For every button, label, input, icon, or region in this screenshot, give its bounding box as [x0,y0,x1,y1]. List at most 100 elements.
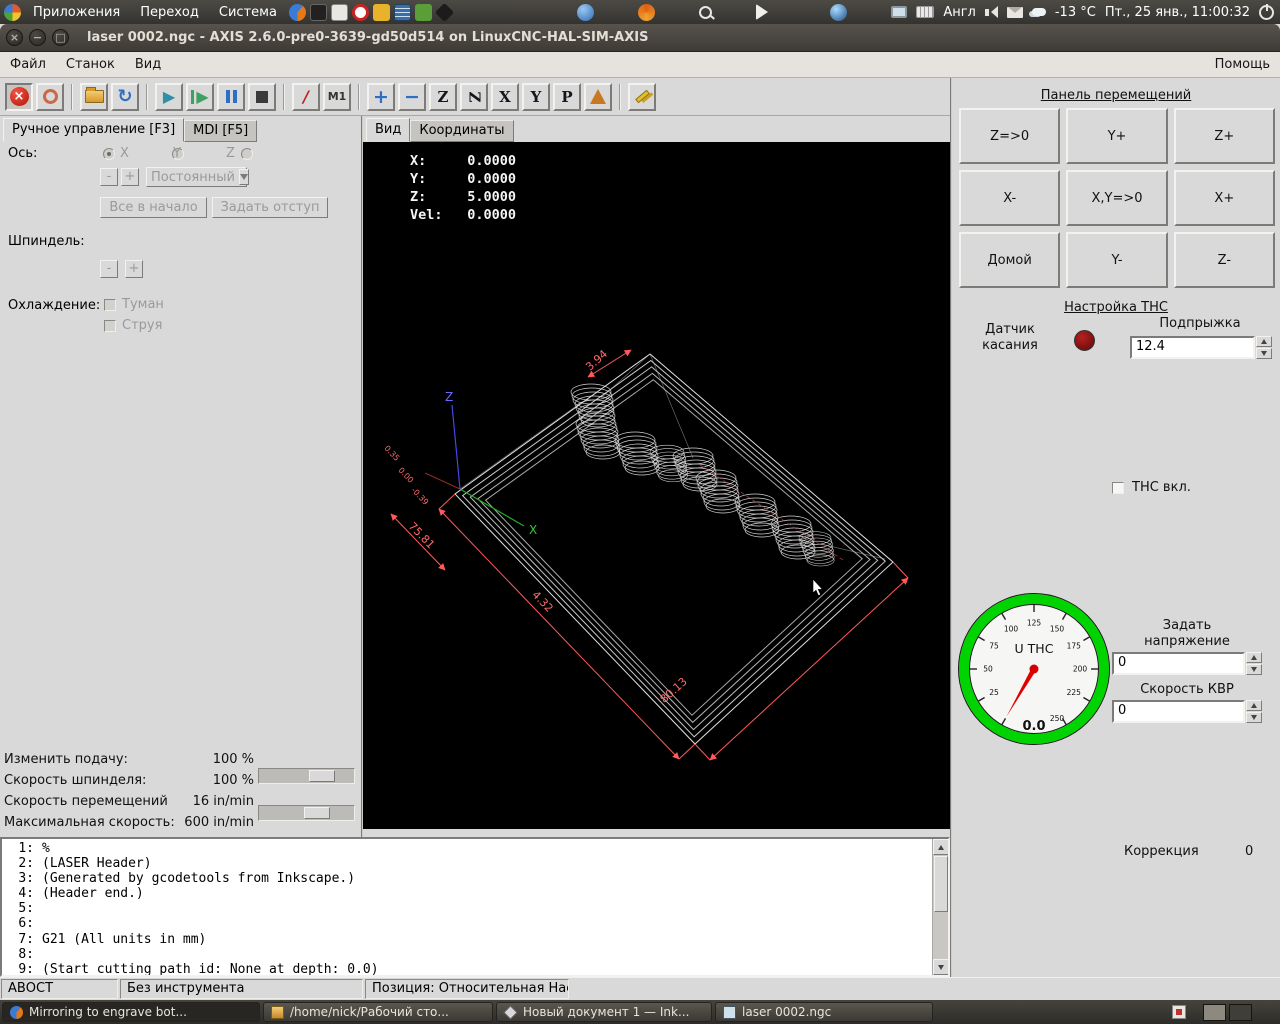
view-front-button[interactable]: Y [522,83,550,111]
jog-mode-combobox[interactable]: Постоянный [146,167,247,187]
terminal-launcher-icon[interactable] [310,4,327,21]
estop-button[interactable]: × [5,83,33,111]
jog-z-minus-button[interactable]: Z- [1174,232,1275,288]
tab-manual-control[interactable]: Ручное управление [F3] [3,118,184,142]
tool-launcher-icon[interactable] [373,4,390,21]
temperature-indicator[interactable]: -13 °C [1055,5,1096,20]
spindle-plus-button[interactable]: + [125,260,143,278]
spin-down-button[interactable] [1246,712,1262,723]
tab-mdi[interactable]: MDI [F5] [184,120,257,142]
window-titlebar[interactable]: × − □ laser 0002.ngc - AXIS 2.6.0-pre0-3… [0,24,1280,52]
jog-minus-button[interactable]: - [100,168,118,186]
set-voltage-spinbox[interactable]: 0 [1112,652,1262,675]
set-voltage-value[interactable]: 0 [1112,652,1245,675]
zoom-in-button[interactable]: + [367,83,395,111]
jog-x-plus-button[interactable]: X+ [1174,170,1275,226]
spin-up-button[interactable] [1246,700,1262,711]
search-icon[interactable] [699,6,712,19]
clock[interactable]: Пт., 25 янв., 11:00:32 [1105,5,1250,20]
gcode-line[interactable]: 4:(Header end.) [6,886,928,901]
office-launcher-icon[interactable] [352,4,369,21]
view-top-rotated-button[interactable]: Z [460,83,488,111]
taskbar-window-firefox[interactable]: Mirroring to engrave bot... [2,1002,260,1022]
window-minimize-button[interactable]: − [29,29,46,46]
gcode-listing[interactable]: 1:% 2:(LASER Header) 3:(Generated by gco… [0,837,950,977]
scrollbar-up-arrow[interactable] [933,839,949,855]
machine-power-button[interactable] [36,83,64,111]
jog-plus-button[interactable]: + [121,168,139,186]
zoom-out-button[interactable]: − [398,83,426,111]
keyboard-icon[interactable] [916,6,934,18]
gcode-line[interactable]: 5: [6,901,928,916]
flood-checkbox[interactable] [104,320,116,332]
mail-icon[interactable] [1007,7,1023,18]
display-settings-icon[interactable] [891,6,907,18]
spin-down-button[interactable] [1256,348,1272,359]
hop-spinbox[interactable]: 12.4 [1130,336,1272,359]
gcode-line[interactable]: 9:(Start cutting path id: None at depth:… [6,962,928,977]
optional-stop-button[interactable]: M1 [323,83,351,111]
jog-x-minus-button[interactable]: X- [959,170,1060,226]
menu-places[interactable]: Переход [132,3,207,22]
gcode-line[interactable]: 8: [6,947,928,962]
jog-y-minus-button[interactable]: Y- [1066,232,1167,288]
calculator-launcher-icon[interactable] [394,4,411,21]
app-window-icon-2[interactable] [638,4,655,21]
inkscape-launcher-icon[interactable] [435,2,454,21]
editor-launcher-icon[interactable] [331,4,348,21]
stop-button[interactable] [248,83,276,111]
spin-up-button[interactable] [1256,336,1272,347]
app-window-icon-3[interactable] [830,4,847,21]
firefox-launcher-icon[interactable] [289,4,306,21]
menu-applications[interactable]: Приложения [25,3,128,22]
menu-view[interactable]: Вид [125,53,171,76]
gcode-scrollbar[interactable] [932,839,948,975]
open-file-button[interactable] [80,83,108,111]
menu-system[interactable]: Система [211,3,285,22]
feed-override-slider[interactable] [258,768,355,784]
clear-plot-button[interactable] [628,83,656,111]
gcode-line[interactable]: 7:G21 (All units in mm) [6,932,928,947]
keyboard-layout-indicator[interactable]: Англ [943,5,976,20]
view-perspective-button[interactable]: P [553,83,581,111]
scrollbar-thumb[interactable] [934,856,948,912]
menu-file[interactable]: Файл [0,53,56,76]
gcode-line[interactable]: 3:(Generated by gcodetools from Inkscape… [6,871,928,886]
tab-dro[interactable]: Координаты [410,120,513,142]
power-icon[interactable] [1259,5,1274,20]
thc-enable-checkbox[interactable] [1112,482,1124,494]
arrow-indicator-icon[interactable] [756,4,776,20]
gcode-line[interactable]: 2:(LASER Header) [6,856,928,871]
jog-home-button[interactable]: Домой [959,232,1060,288]
reload-button[interactable]: ↻ [111,83,139,111]
view-top-button[interactable]: Z [429,83,457,111]
gcode-line[interactable]: 1:% [6,841,928,856]
jog-xy-zero-button[interactable]: X,Y=>0 [1066,170,1167,226]
taskbar-window-axis[interactable]: laser 0002.ngc [715,1002,933,1022]
home-all-button[interactable]: Все в начало [100,197,207,218]
step-button[interactable]: ▶ [186,83,214,111]
preview-canvas[interactable]: 4.32 80.13 75.81 3.94 0.35 0.00 -0.39 X … [363,142,950,829]
spin-down-button[interactable] [1246,664,1262,675]
tray-notification-icon[interactable] [1172,1005,1186,1019]
menu-help[interactable]: Помощь [1205,53,1280,76]
applications-menu-icon[interactable] [4,4,21,21]
spin-up-button[interactable] [1246,652,1262,663]
taskbar-window-file-manager[interactable]: /home/nick/Рабочий сто... [263,1002,493,1022]
spindle-override-slider[interactable] [258,805,355,821]
spindle-minus-button[interactable]: - [100,260,118,278]
workspace-1[interactable] [1203,1004,1226,1021]
window-maximize-button[interactable]: □ [52,29,69,46]
touch-off-button[interactable]: Задать отступ [212,197,328,218]
gcode-line[interactable]: 6: [6,916,928,931]
jog-z-plus-button[interactable]: Z+ [1174,108,1275,164]
slider-thumb[interactable] [304,807,330,819]
files-launcher-icon[interactable] [415,4,432,21]
view-side-button[interactable]: X [491,83,519,111]
slider-thumb[interactable] [309,770,335,782]
combobox-arrow-icon[interactable] [239,169,249,185]
pause-button[interactable] [217,83,245,111]
tab-preview[interactable]: Вид [366,118,410,142]
menu-machine[interactable]: Станок [56,53,125,76]
volume-icon[interactable] [985,6,998,18]
